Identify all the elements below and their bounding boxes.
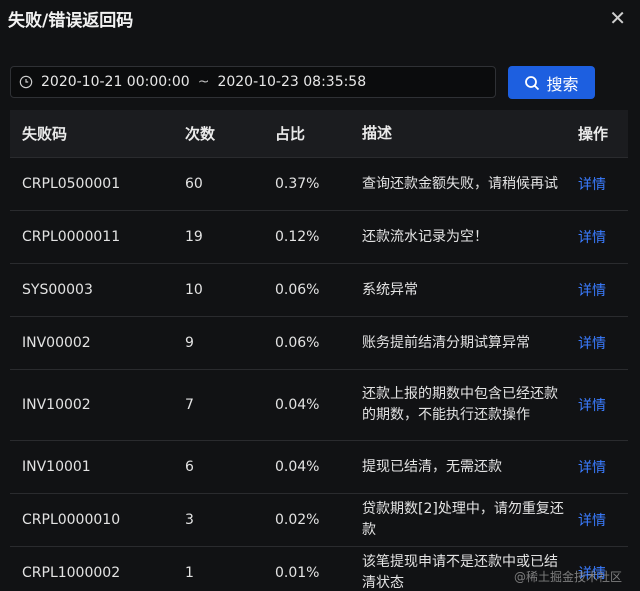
cell-desc: 还款上报的期数中包含已经还款的期数，不能执行还款操作 [362, 386, 558, 423]
header-desc: 描述 [362, 124, 393, 142]
table-header: 失败码 次数 占比 描述 操作 [10, 110, 628, 157]
cell-ratio: 0.06% [275, 335, 320, 351]
error-code-table: 失败码 次数 占比 描述 操作 CRPL0500001 60 0.37% 查询还… [10, 110, 628, 591]
detail-link[interactable]: 详情 [568, 333, 628, 353]
close-icon[interactable]: ✕ [609, 6, 626, 30]
cell-count: 7 [185, 397, 194, 413]
cell-ratio: 0.04% [275, 397, 320, 413]
cell-code: SYS00003 [22, 282, 93, 298]
watermark: @稀土掘金技术社区 [513, 570, 622, 584]
cell-count: 3 [185, 512, 194, 528]
cell-count: 60 [185, 176, 203, 192]
cell-ratio: 0.37% [275, 176, 320, 192]
cell-code: INV00002 [22, 335, 91, 351]
detail-link[interactable]: 详情 [568, 510, 628, 530]
cell-ratio: 0.01% [275, 565, 320, 581]
detail-link[interactable]: 详情 [568, 395, 628, 415]
cell-ratio: 0.04% [275, 459, 320, 475]
cell-desc: 账务提前结清分期试算异常 [362, 334, 530, 351]
detail-link[interactable]: 详情 [568, 280, 628, 300]
header-code: 失败码 [22, 125, 68, 143]
detail-link[interactable]: 详情 [568, 457, 628, 477]
header-ratio: 占比 [275, 125, 306, 143]
cell-count: 1 [185, 565, 194, 581]
cell-count: 6 [185, 459, 194, 475]
cell-desc: 还款流水记录为空！ [362, 228, 488, 245]
start-date[interactable]: 2020-10-21 00:00:00 [41, 74, 190, 90]
cell-desc: 提现已结清，无需还款 [362, 458, 502, 475]
clock-icon [19, 75, 33, 89]
cell-count: 9 [185, 335, 194, 351]
cell-count: 10 [185, 282, 203, 298]
error-code-dialog: 失败/错误返回码 ✕ 2020-10-21 00:00:00 ~ 2020-10… [0, 0, 640, 591]
date-separator: ~ [197, 74, 210, 90]
table-row: SYS00003 10 0.06% 系统异常 详情 [10, 263, 628, 316]
cell-code: CRPL0000011 [22, 229, 121, 245]
detail-link[interactable]: 详情 [568, 174, 628, 194]
cell-desc: 系统异常 [362, 281, 418, 298]
table-row: INV00002 9 0.06% 账务提前结清分期试算异常 详情 [10, 316, 628, 369]
dialog-title: 失败/错误返回码 [8, 11, 134, 31]
table-row: INV10002 7 0.04% 还款上报的期数中包含已经还款的期数，不能执行还… [10, 369, 628, 440]
cell-count: 19 [185, 229, 203, 245]
date-range-picker[interactable]: 2020-10-21 00:00:00 ~ 2020-10-23 08:35:5… [10, 66, 496, 98]
detail-link[interactable]: 详情 [568, 227, 628, 247]
table-row: INV10001 6 0.04% 提现已结清，无需还款 详情 [10, 440, 628, 493]
table-row: CRPL0000010 3 0.02% 贷款期数[2]处理中，请勿重复还款 详情 [10, 493, 628, 546]
cell-ratio: 0.06% [275, 282, 320, 298]
search-button-label: 搜索 [546, 74, 579, 94]
header-count: 次数 [185, 125, 216, 143]
header-action: 操作 [578, 125, 609, 143]
cell-code: INV10001 [22, 459, 91, 475]
cell-desc: 贷款期数[2]处理中，请勿重复还款 [362, 501, 564, 538]
cell-desc: 查询还款金额失败，请稍候再试 [362, 175, 558, 192]
cell-code: CRPL1000002 [22, 565, 121, 581]
search-icon [525, 75, 540, 90]
cell-ratio: 0.12% [275, 229, 320, 245]
table-row: CRPL0500001 60 0.37% 查询还款金额失败，请稍候再试 详情 [10, 157, 628, 210]
search-button[interactable]: 搜索 [508, 66, 595, 99]
end-date[interactable]: 2020-10-23 08:35:58 [217, 74, 366, 90]
table-row: CRPL0000011 19 0.12% 还款流水记录为空！ 详情 [10, 210, 628, 263]
cell-code: INV10002 [22, 397, 91, 413]
cell-code: CRPL0000010 [22, 512, 121, 528]
cell-code: CRPL0500001 [22, 176, 121, 192]
cell-ratio: 0.02% [275, 512, 320, 528]
